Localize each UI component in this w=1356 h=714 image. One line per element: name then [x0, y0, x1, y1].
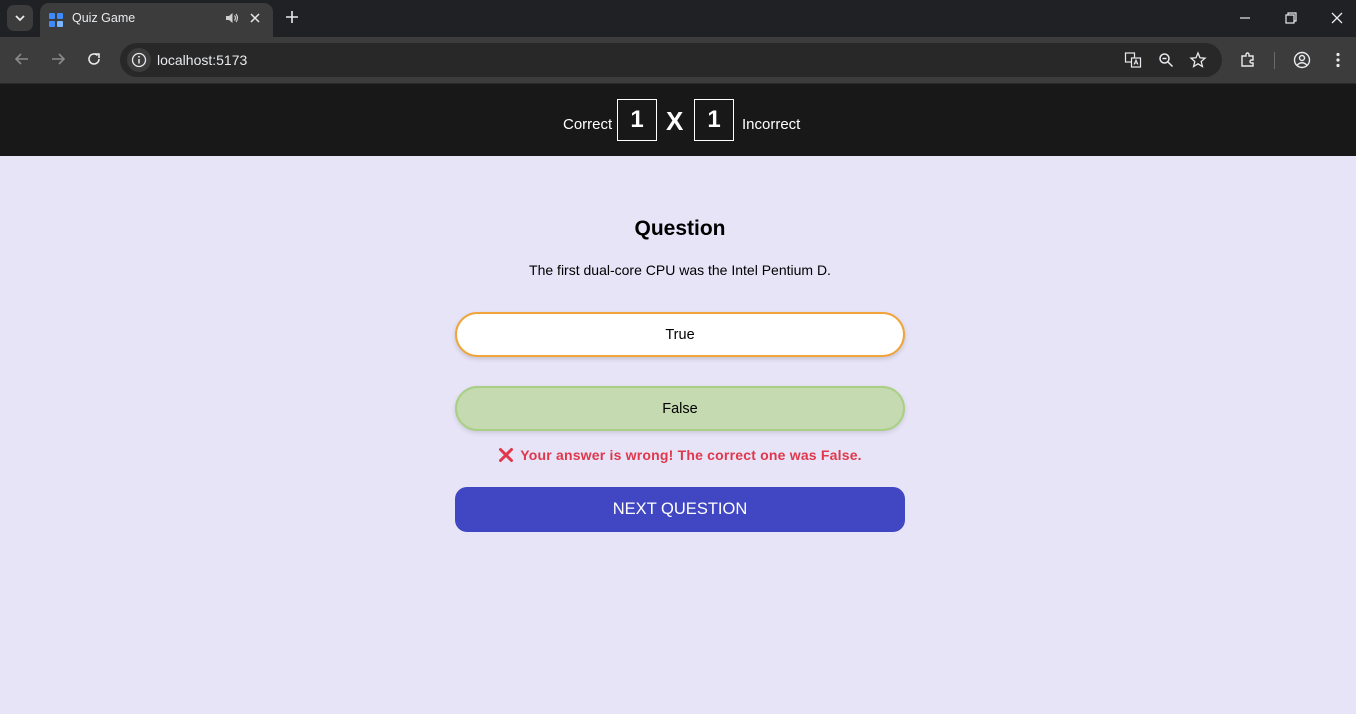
address-bar[interactable]: localhost:5173 [120, 43, 1222, 77]
close-window-icon[interactable] [1326, 7, 1348, 29]
chevron-down-icon [15, 15, 25, 22]
correct-label: Correct [563, 116, 613, 133]
restore-icon[interactable] [1280, 7, 1302, 29]
bookmark-star-icon[interactable] [1189, 51, 1207, 69]
new-tab-icon[interactable] [283, 8, 301, 26]
forward-arrow-icon[interactable] [48, 49, 68, 69]
site-info-button[interactable] [127, 48, 151, 72]
info-icon [131, 52, 147, 68]
browser-tabstrip: Quiz Game [0, 0, 1356, 37]
incorrect-label: Incorrect [742, 116, 801, 133]
reload-icon[interactable] [84, 49, 104, 69]
extensions-icon[interactable] [1238, 50, 1258, 70]
menu-dots-icon[interactable] [1328, 50, 1348, 70]
close-tab-icon[interactable] [247, 10, 263, 26]
score-separator: X [666, 106, 684, 136]
browser-toolbar: localhost:5173 [0, 37, 1356, 84]
scoreboard: Correct 1 X 1 Incorrect [0, 84, 1356, 156]
incorrect-count: 1 [694, 99, 734, 141]
cross-icon [499, 448, 514, 462]
question-text: The first dual-core CPU was the Intel Pe… [529, 262, 831, 278]
next-question-button[interactable]: NEXT QUESTION [455, 487, 905, 532]
speaker-icon[interactable] [224, 10, 240, 26]
translate-icon[interactable] [1124, 51, 1142, 69]
toolbar-separator [1274, 52, 1275, 69]
answer-feedback: Your answer is wrong! The correct one wa… [0, 447, 1356, 463]
url-text: localhost:5173 [157, 52, 248, 68]
profile-icon[interactable] [1292, 50, 1312, 70]
answer-true-button[interactable]: True [455, 312, 905, 357]
correct-count: 1 [617, 99, 657, 141]
tab-search-button[interactable] [7, 5, 33, 31]
feedback-message: Your answer is wrong! The correct one wa… [520, 447, 862, 463]
question-heading: Question [634, 217, 726, 240]
answer-false-button[interactable]: False [455, 386, 905, 431]
zoom-icon[interactable] [1157, 51, 1175, 69]
minimize-icon[interactable] [1234, 7, 1256, 29]
back-arrow-icon[interactable] [12, 49, 32, 69]
tab-title: Quiz Game [72, 11, 136, 25]
app-favicon-icon [49, 13, 63, 27]
browser-tab[interactable]: Quiz Game [40, 3, 273, 37]
